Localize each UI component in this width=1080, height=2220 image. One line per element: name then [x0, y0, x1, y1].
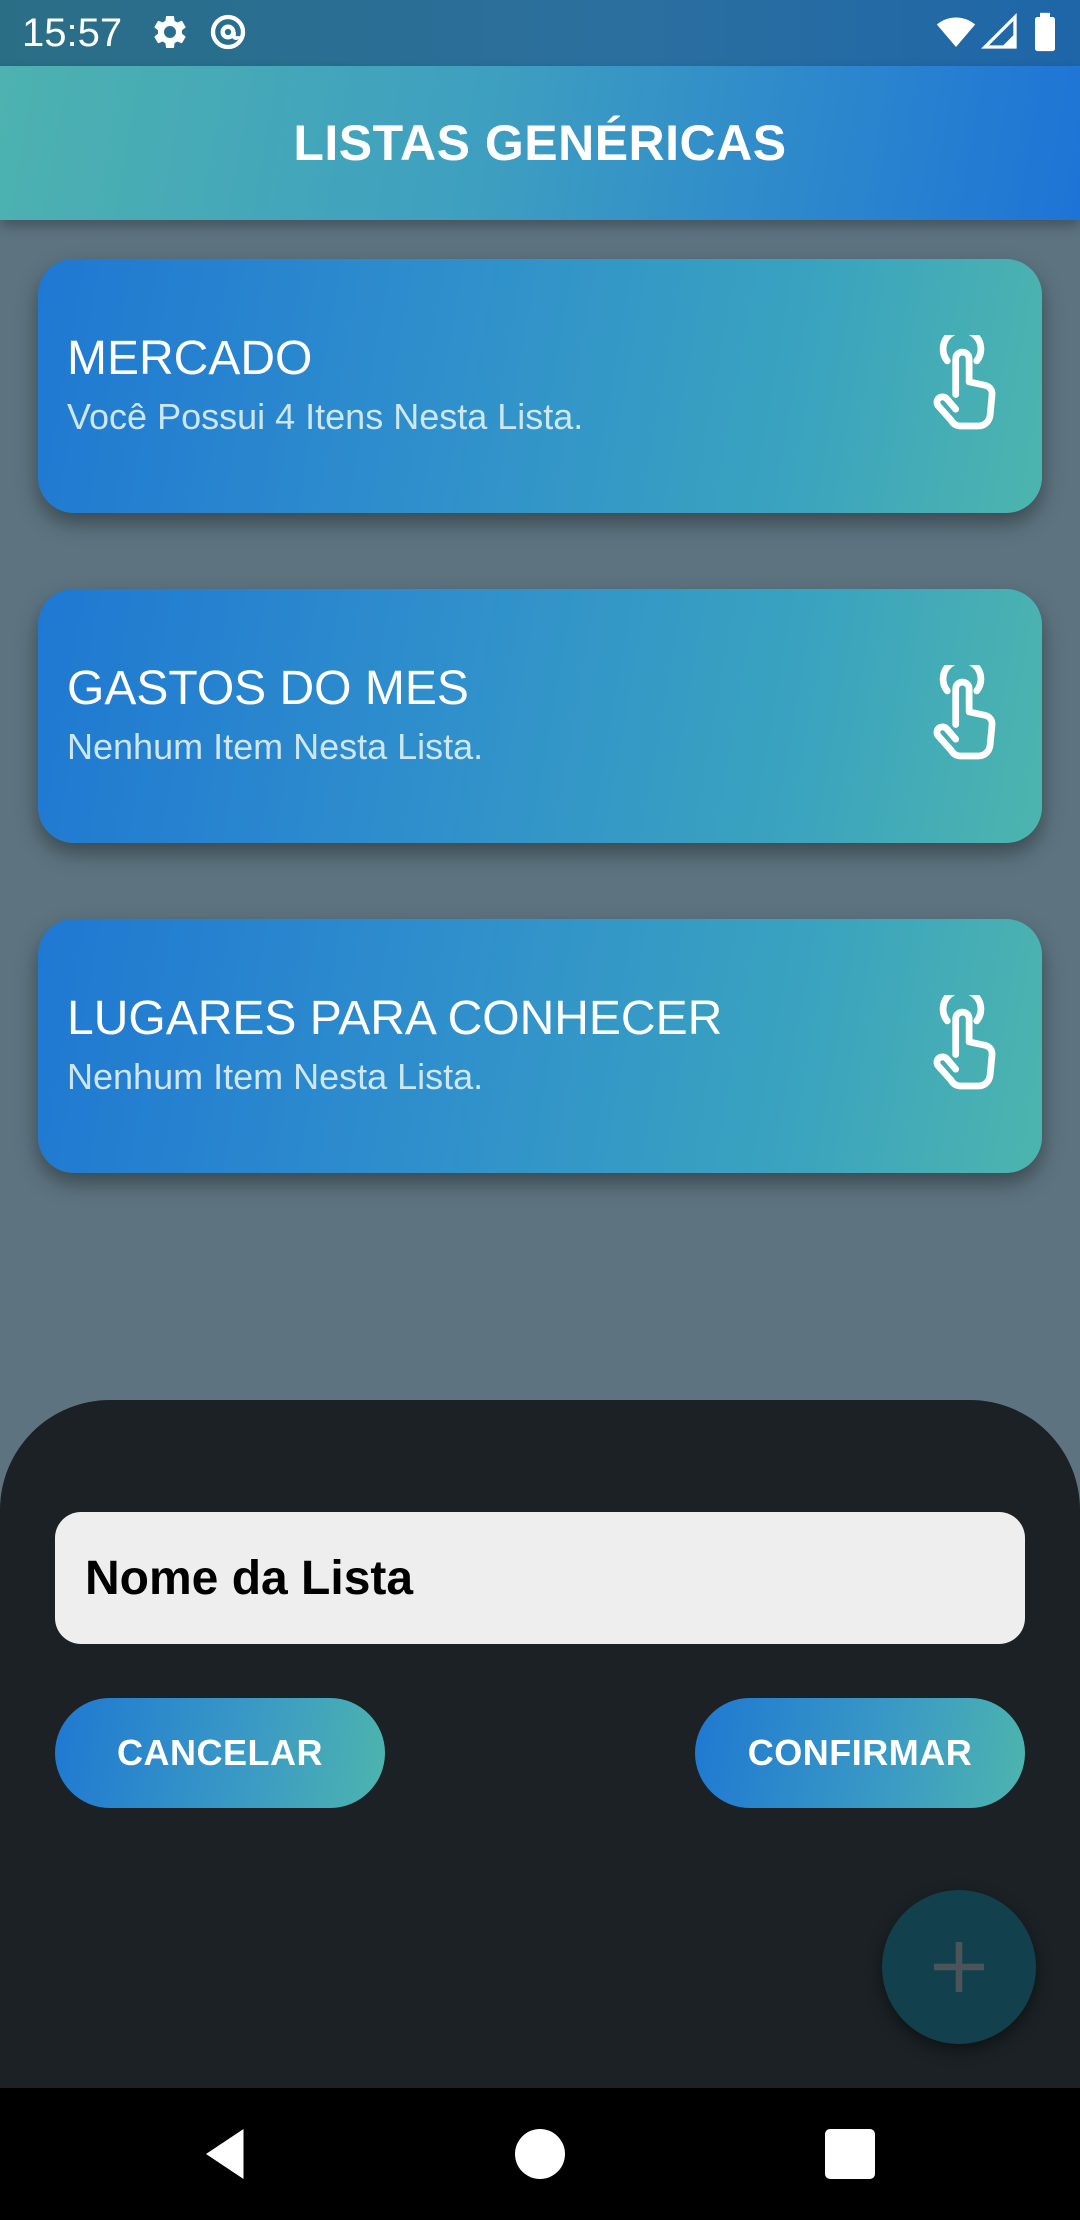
list-card-title: MERCADO: [67, 332, 313, 385]
status-bar: 15:57: [0, 0, 1080, 66]
page-title: LISTAS GENÉRICAS: [293, 115, 787, 171]
list-card-subtitle: Você Possui 4 Itens Nesta Lista.: [67, 396, 584, 437]
gear-icon: [150, 12, 190, 52]
tap-hand-icon: [920, 665, 1004, 763]
wifi-icon: [936, 12, 976, 52]
battery-icon: [1030, 12, 1060, 52]
back-icon[interactable]: [196, 2124, 256, 2184]
list-card-title: GASTOS DO MES: [67, 662, 469, 715]
add-list-button[interactable]: [882, 1890, 1036, 2044]
list-card[interactable]: MERCADO Você Possui 4 Itens Nesta Lista.: [38, 259, 1042, 513]
plus-icon: [929, 1937, 989, 1997]
tap-hand-icon: [920, 335, 1004, 433]
list-card-subtitle: Nenhum Item Nesta Lista.: [67, 1056, 484, 1097]
app-bar: LISTAS GENÉRICAS: [0, 66, 1080, 220]
home-icon[interactable]: [510, 2124, 570, 2184]
list-card-subtitle: Nenhum Item Nesta Lista.: [67, 726, 484, 767]
navigation-bar: [0, 2088, 1080, 2220]
bottom-sheet: Nome da Lista CANCELAR CONFIRMAR: [0, 1400, 1080, 2088]
confirm-button[interactable]: CONFIRMAR: [695, 1698, 1025, 1808]
tap-hand-icon: [920, 995, 1004, 1093]
list-card-title: LUGARES PARA CONHECER: [67, 992, 723, 1045]
signal-icon: [980, 12, 1020, 52]
list-card[interactable]: GASTOS DO MES Nenhum Item Nesta Lista.: [38, 589, 1042, 843]
at-sign-icon: [208, 12, 248, 52]
status-time: 15:57: [22, 11, 123, 55]
recents-icon[interactable]: [820, 2124, 880, 2184]
list-card[interactable]: LUGARES PARA CONHECER Nenhum Item Nesta …: [38, 919, 1042, 1173]
cancel-button[interactable]: CANCELAR: [55, 1698, 385, 1808]
list-name-input[interactable]: Nome da Lista: [55, 1512, 1025, 1644]
